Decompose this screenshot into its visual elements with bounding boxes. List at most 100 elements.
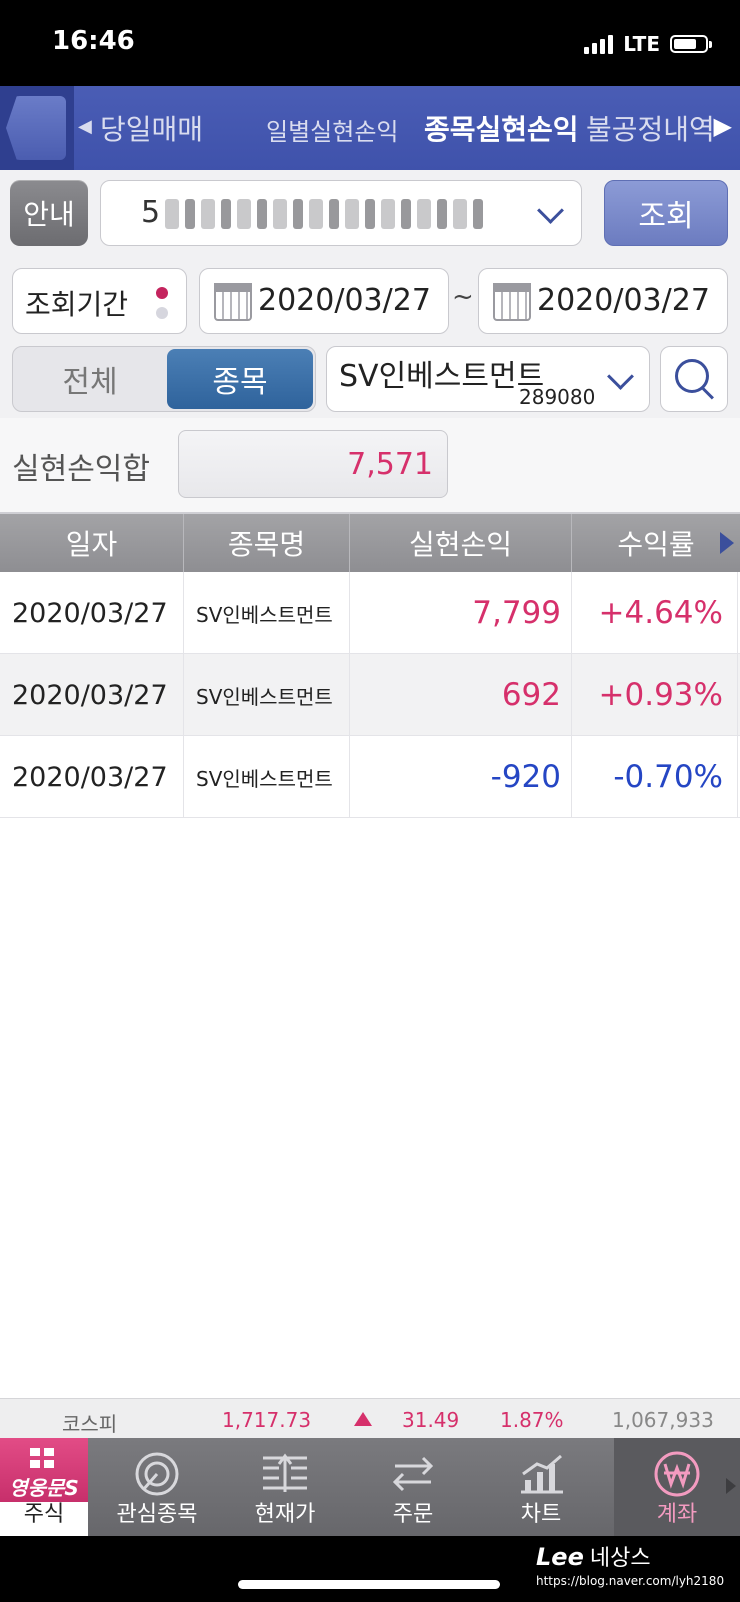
search-icon-handle xyxy=(701,387,714,400)
tab-daily-trades[interactable]: 당일매매 xyxy=(100,108,203,148)
table-header: 일자 종목명 실현손익 수익률 xyxy=(0,514,740,572)
scroll-columns-right-icon[interactable] xyxy=(720,532,734,554)
nav-label: 계좌 xyxy=(656,1502,698,1527)
top-tab-bar: ◀ 당일매매 일별실현손익 종목실현손익 불공정내역 ▶ xyxy=(0,86,740,170)
account-select[interactable]: 5 xyxy=(100,180,582,246)
header-return-rate: 수익률 xyxy=(617,528,695,561)
won-currency-icon xyxy=(654,1451,700,1497)
nav-label: 관심종목 xyxy=(116,1502,198,1527)
nav-label: 현재가 xyxy=(254,1502,316,1527)
header-stock-name: 종목명 xyxy=(184,514,350,572)
row-date: 2020/03/27 xyxy=(0,736,184,818)
status-indicators: LTE xyxy=(584,30,712,58)
watchlist-icon xyxy=(135,1452,179,1496)
network-label: LTE xyxy=(623,32,660,56)
back-arrow-icon xyxy=(6,96,66,160)
row-date: 2020/03/27 xyxy=(0,654,184,736)
table-row[interactable]: 2020/03/27 SV인베스트먼트 7,799 +4.64% xyxy=(0,572,740,654)
ticker-change: 31.49 xyxy=(402,1408,460,1432)
tab-scroll-left-icon[interactable]: ◀ xyxy=(78,116,92,137)
account-number: 5 xyxy=(141,195,161,230)
start-date-field[interactable]: 2020/03/27 xyxy=(199,268,449,334)
summary-row: 실현손익합 7,571 xyxy=(0,418,740,514)
tab-scroll-right-icon[interactable]: ▶ xyxy=(714,112,732,140)
row-return-rate: -0.70% xyxy=(572,736,738,818)
table-row[interactable]: 2020/03/27 SV인베스트먼트 692 +0.93% xyxy=(0,654,740,736)
chevron-down-icon xyxy=(537,197,564,224)
period-toggle[interactable]: 조회기간 xyxy=(12,268,187,334)
nav-chart[interactable]: 차트 xyxy=(478,1438,604,1536)
guide-button[interactable]: 안내 xyxy=(10,180,88,246)
calendar-icon xyxy=(214,283,252,321)
account-number-masked xyxy=(165,199,483,229)
watermark-url: https://blog.naver.com/lyh2180 xyxy=(536,1574,725,1588)
battery-icon xyxy=(670,35,712,53)
nav-order[interactable]: 주문 xyxy=(350,1438,476,1536)
tab-stock-realized-pl[interactable]: 종목실현손익 xyxy=(424,108,579,148)
home-indicator[interactable] xyxy=(238,1580,500,1589)
nav-home-stock[interactable]: 영웅문S 주식 xyxy=(0,1438,88,1536)
chevron-down-icon xyxy=(607,363,634,390)
header-date: 일자 xyxy=(0,514,184,572)
page-dot-active xyxy=(156,287,168,299)
calendar-icon xyxy=(493,283,531,321)
summary-value: 7,571 xyxy=(347,447,433,482)
status-bar: 16:46 LTE xyxy=(0,0,740,86)
up-arrow-icon xyxy=(354,1412,372,1426)
ticker-change-pct: 1.87% xyxy=(500,1408,564,1432)
period-label: 조회기간 xyxy=(25,288,129,321)
nav-label: 주문 xyxy=(392,1502,434,1527)
page-dot xyxy=(156,307,168,319)
market-ticker[interactable]: 코스피 1,717.73 31.49 1.87% 1,067,933 xyxy=(0,1398,740,1439)
row-return-rate: +4.64% xyxy=(572,572,738,654)
blog-watermark: Lee 네상스 https://blog.naver.com/lyh2180 xyxy=(536,1540,724,1588)
stock-select[interactable]: SV인베스트먼트 289080 xyxy=(326,346,650,412)
end-date-value: 2020/03/27 xyxy=(537,283,710,318)
row-return-rate: +0.93% xyxy=(572,654,738,736)
tab-unfair-trades[interactable]: 불공정내역 xyxy=(586,108,715,148)
exchange-arrows-icon xyxy=(392,1456,434,1492)
ticker-index-name: 코스피 xyxy=(62,1412,118,1436)
period-row: 조회기간 2020/03/27 ~ 2020/03/27 xyxy=(0,256,740,342)
table-row[interactable]: 2020/03/27 SV인베스트먼트 -920 -0.70% xyxy=(0,736,740,818)
back-button[interactable] xyxy=(0,86,74,170)
summary-label: 실현손익합 xyxy=(12,452,150,487)
nav-home-label: 주식 xyxy=(23,1502,65,1527)
chart-icon xyxy=(521,1454,563,1494)
end-date-field[interactable]: 2020/03/27 xyxy=(478,268,728,334)
row-realized-pl: -920 xyxy=(350,736,572,818)
summary-value-box: 7,571 xyxy=(178,430,448,498)
row-stock-name: SV인베스트먼트 xyxy=(184,572,350,654)
scope-all-button[interactable]: 전체 xyxy=(13,347,167,411)
signal-icon xyxy=(584,34,614,54)
scope-stock-button[interactable]: 종목 xyxy=(167,349,313,409)
watermark-suffix: 네상스 xyxy=(589,1546,651,1571)
ticker-volume: 1,067,933 xyxy=(612,1408,714,1432)
nav-watchlist[interactable]: 관심종목 xyxy=(94,1438,220,1536)
nav-account[interactable]: 계좌 xyxy=(614,1438,740,1536)
row-realized-pl: 692 xyxy=(350,654,572,736)
nav-current-price[interactable]: 현재가 xyxy=(222,1438,348,1536)
date-separator: ~ xyxy=(452,282,474,312)
tab-daily-realized-pl[interactable]: 일별실현손익 xyxy=(266,112,398,147)
status-time: 16:46 xyxy=(52,26,135,56)
watermark-brand: Lee xyxy=(536,1543,584,1571)
row-date: 2020/03/27 xyxy=(0,572,184,654)
stock-name: SV인베스트먼트 xyxy=(339,359,545,394)
stock-filter-row: 전체 종목 SV인베스트먼트 289080 xyxy=(0,342,740,419)
row-stock-name: SV인베스트먼트 xyxy=(184,654,350,736)
scope-segmented-control: 전체 종목 xyxy=(12,346,316,412)
ticker-index-value: 1,717.73 xyxy=(222,1408,312,1432)
price-ladder-icon xyxy=(263,1453,307,1492)
stock-search-button[interactable] xyxy=(660,346,728,412)
query-button[interactable]: 조회 xyxy=(604,180,728,246)
stock-code: 289080 xyxy=(519,385,596,409)
start-date-value: 2020/03/27 xyxy=(258,283,431,318)
nav-more-icon[interactable] xyxy=(726,1478,736,1494)
row-realized-pl: 7,799 xyxy=(350,572,572,654)
bottom-nav: 영웅문S 주식 관심종목 현재가 주문 차트 계좌 xyxy=(0,1438,740,1536)
account-row: 안내 5 조회 xyxy=(0,170,740,257)
header-realized-pl: 실현손익 xyxy=(350,514,572,572)
nav-label: 차트 xyxy=(520,1502,562,1527)
row-stock-name: SV인베스트먼트 xyxy=(184,736,350,818)
